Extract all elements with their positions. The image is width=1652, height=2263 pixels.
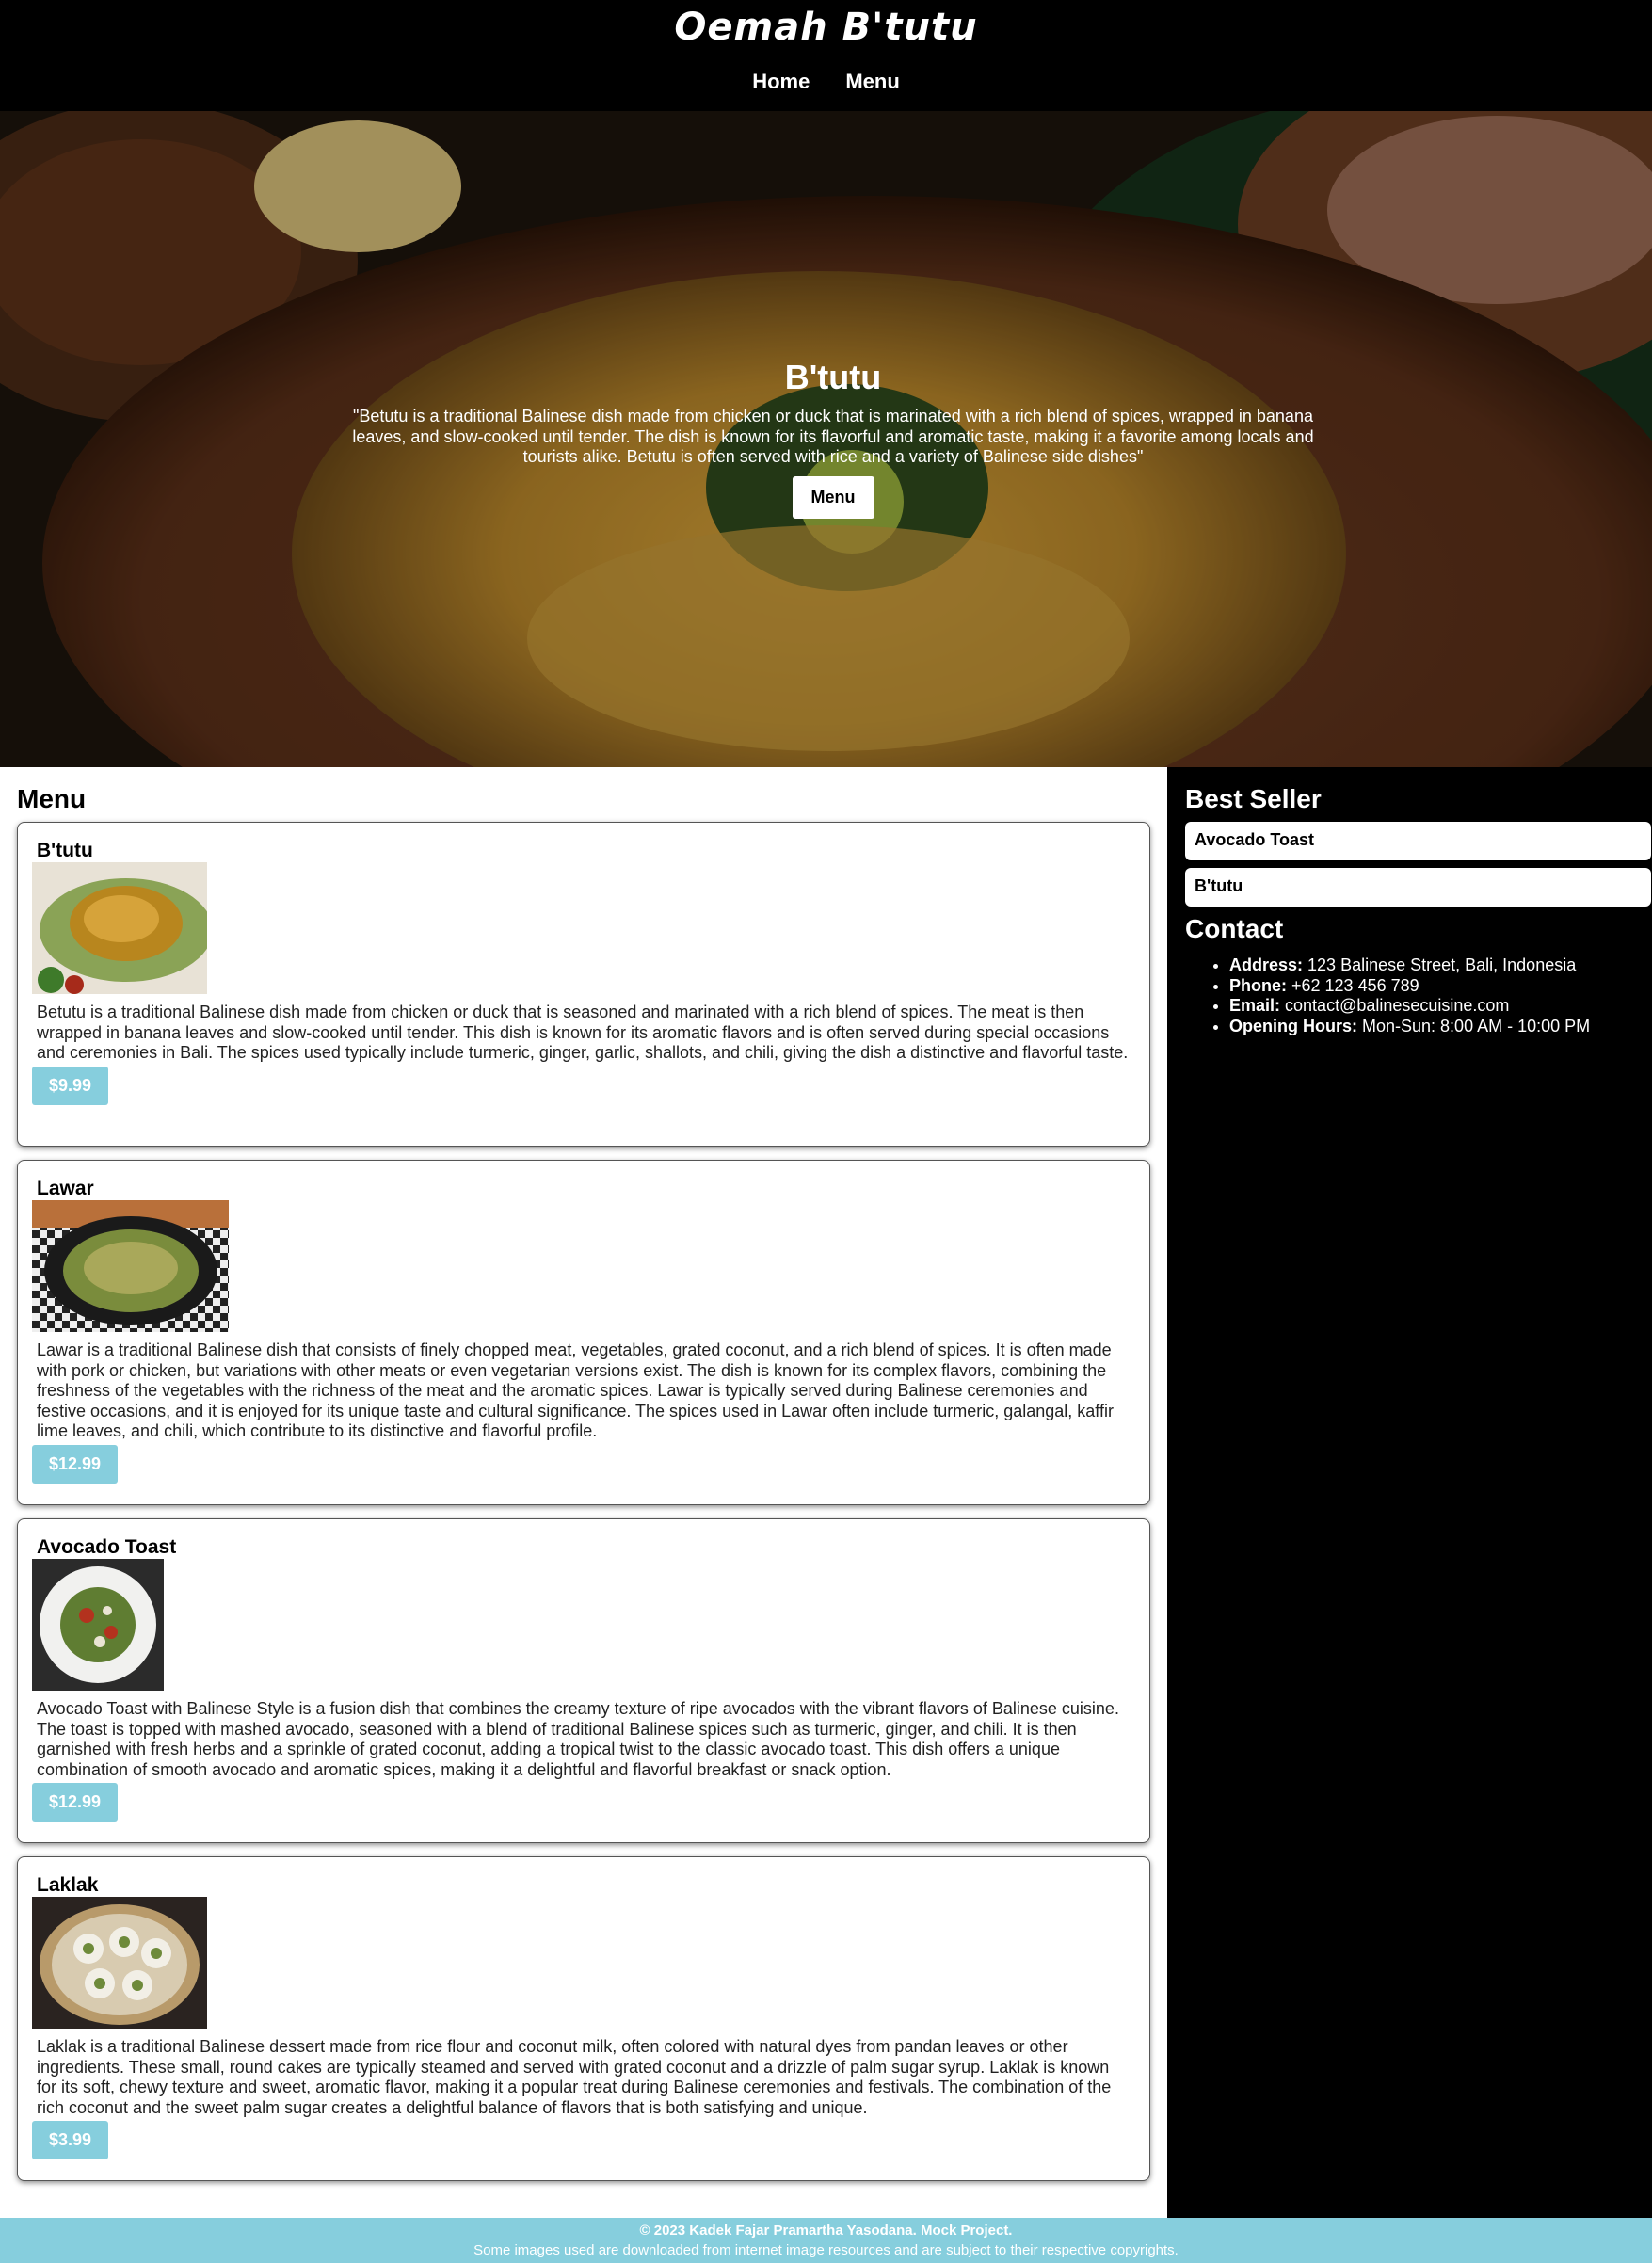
menu-item-description: Betutu is a traditional Balinese dish ma…	[37, 1003, 1129, 1062]
footer-disclaimer: Some images used are downloaded from int…	[473, 2242, 1179, 2258]
best-seller-title: Best Seller	[1185, 784, 1322, 813]
contact-list: Address: 123 Balinese Street, Bali, Indo…	[1185, 955, 1652, 1036]
menu-title: Menu	[17, 784, 87, 813]
hero-banner: B'tutu "Betutu is a traditional Balinese…	[0, 111, 1652, 767]
menu-card-lawar: Lawar Lawar is a traditional Balinese di…	[17, 1160, 1150, 1505]
contact-email: Email: contact@balinesecuisine.com	[1229, 996, 1652, 1017]
menu-item-description: Lawar is a traditional Balinese dish tha…	[37, 1340, 1114, 1440]
site-logo[interactable]: Oemah B'tutu	[0, 6, 1652, 49]
laklak-image	[32, 1897, 207, 2029]
menu-item-name: Lawar	[37, 1178, 94, 1199]
hero-title: B'tutu	[784, 358, 882, 396]
btutu-image	[32, 862, 207, 994]
menu-item-description: Avocado Toast with Balinese Style is a f…	[37, 1699, 1119, 1779]
avocado-toast-image	[32, 1559, 164, 1691]
nav-menu-link[interactable]: Menu	[845, 70, 899, 94]
hero-description: "Betutu is a traditional Balinese dish m…	[352, 407, 1314, 466]
contact-phone: Phone: +62 123 456 789	[1229, 976, 1652, 997]
price-button[interactable]: $12.99	[32, 1783, 119, 1822]
menu-item-name: Avocado Toast	[37, 1536, 177, 1558]
price-button[interactable]: $3.99	[32, 2121, 109, 2159]
best-seller-item[interactable]: B'tutu	[1185, 868, 1651, 907]
sidebar: Best Seller Avocado Toast B'tutu Contact…	[1167, 767, 1652, 2218]
menu-item-name: B'tutu	[37, 840, 93, 861]
site-footer: © 2023 Kadek Fajar Pramartha Yasodana. M…	[0, 2218, 1652, 2263]
menu-section: Menu B'tutu Betutu is a traditional Bali…	[0, 767, 1167, 2218]
best-seller-item[interactable]: Avocado Toast	[1185, 822, 1651, 860]
site-header: Oemah B'tutu Home Menu	[0, 0, 1652, 111]
menu-card-laklak: Laklak Laklak is a traditional Balinese …	[17, 1856, 1150, 2181]
menu-item-description: Laklak is a traditional Balinese dessert…	[37, 2037, 1112, 2117]
nav-home-link[interactable]: Home	[752, 70, 810, 94]
contact-address: Address: 123 Balinese Street, Bali, Indo…	[1229, 955, 1652, 976]
footer-copyright: © 2023 Kadek Fajar Pramartha Yasodana. M…	[639, 2223, 1013, 2239]
hero-menu-button[interactable]: Menu	[792, 475, 874, 519]
main-nav: Home Menu	[0, 70, 1652, 94]
contact-opening-hours: Opening Hours: Mon-Sun: 8:00 AM - 10:00 …	[1229, 1017, 1652, 1037]
lawar-image	[32, 1200, 229, 1332]
contact-title: Contact	[1185, 914, 1284, 943]
menu-card-btutu: B'tutu Betutu is a traditional Balinese …	[17, 822, 1150, 1147]
hero-content: B'tutu "Betutu is a traditional Balinese…	[329, 358, 1337, 519]
price-button[interactable]: $12.99	[32, 1444, 119, 1484]
price-button[interactable]: $9.99	[32, 1066, 109, 1105]
menu-card-avocado-toast: Avocado Toast Avocado Toast with Balines…	[17, 1518, 1150, 1843]
menu-item-name: Laklak	[37, 1874, 99, 1896]
